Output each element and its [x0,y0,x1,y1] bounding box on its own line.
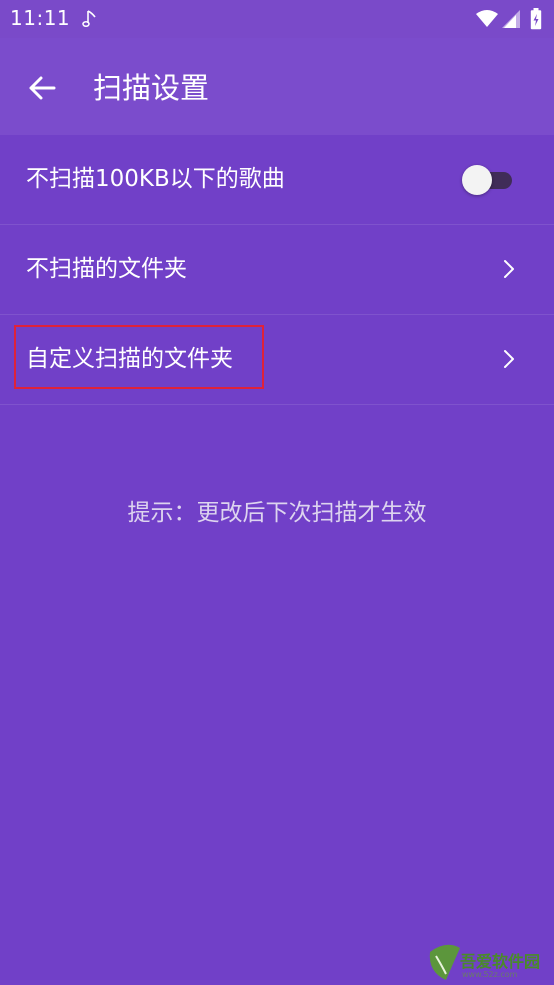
chevron-right-icon [502,259,516,279]
watermark-text: 吾爱软件园 [460,952,541,971]
page-title: 扫描设置 [93,71,210,105]
skip-small-songs-toggle[interactable] [462,165,514,195]
setting-excluded-folders[interactable]: 不扫描的文件夹 [0,225,554,315]
cell-signal-icon [502,10,520,32]
setting-skip-small-songs[interactable]: 不扫描100KB以下的歌曲 [0,135,554,225]
status-time: 11:11 [10,6,71,30]
status-bar: 11:11 [0,0,554,38]
setting-custom-scan-folders[interactable]: 自定义扫描的文件夹 [0,315,554,405]
wifi-icon [476,10,498,32]
watermark-logo: 吾爱软件园 www.52z.com [424,912,554,985]
setting-label: 不扫描的文件夹 [26,256,187,282]
battery-charging-icon [530,8,542,34]
arrow-left-icon[interactable] [28,74,56,102]
chevron-right-icon [502,349,516,369]
toggle-thumb [462,165,492,195]
setting-label: 不扫描100KB以下的歌曲 [26,166,285,192]
watermark-url: www.52z.com [462,970,518,979]
setting-label: 自定义扫描的文件夹 [26,346,233,372]
hint-text: 提示：更改后下次扫描才生效 [127,500,427,526]
music-note-icon [82,8,98,34]
app-bar: 扫描设置 [0,38,554,135]
settings-list: 不扫描100KB以下的歌曲 不扫描的文件夹 自定义扫描的文件夹 [0,135,554,405]
